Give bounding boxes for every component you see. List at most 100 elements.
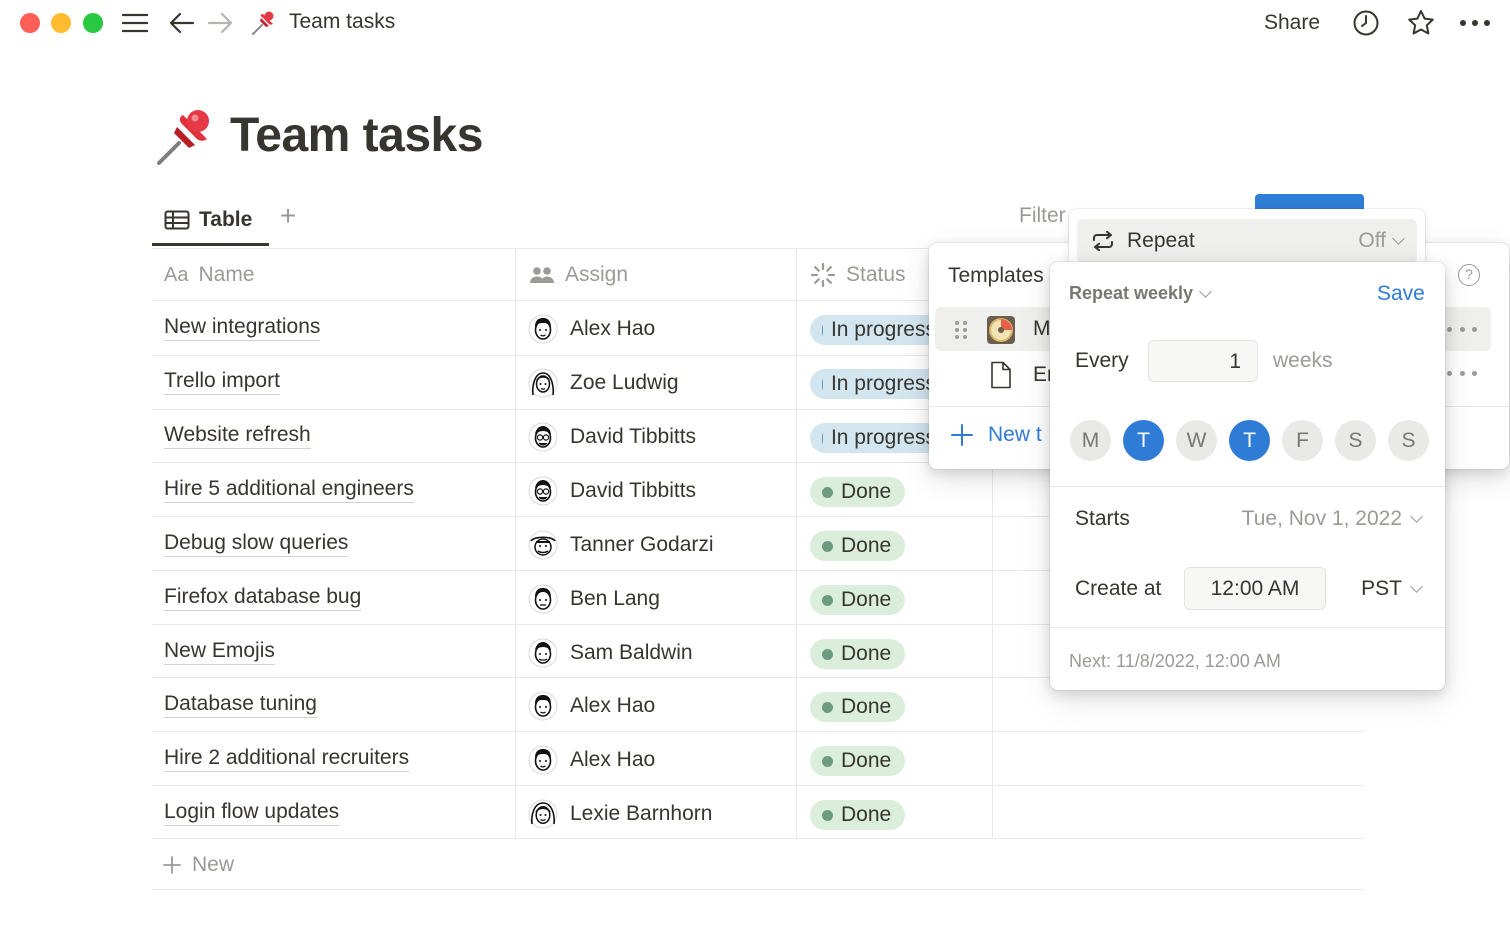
status-dot bbox=[822, 540, 833, 552]
save-button[interactable]: Save bbox=[1377, 282, 1425, 306]
weekday-selector: M T W T F S S bbox=[1070, 420, 1429, 461]
status-label: Done bbox=[841, 588, 892, 611]
filter-button[interactable]: Filter bbox=[1019, 204, 1066, 228]
templates-title: Templates bbox=[948, 264, 1044, 287]
status-dot bbox=[822, 432, 823, 444]
assignee[interactable]: Tanner Godarzi bbox=[528, 528, 714, 562]
page-pushpin-icon[interactable] bbox=[155, 105, 217, 167]
template-more-icon[interactable] bbox=[1447, 363, 1477, 383]
status-dot bbox=[822, 701, 833, 713]
assignee[interactable]: Alex Hao bbox=[528, 312, 655, 346]
assignee-name: David Tibbitts bbox=[570, 479, 697, 502]
text-property-icon: Aa bbox=[164, 263, 189, 286]
repeat-option[interactable]: Repeat Off bbox=[1077, 219, 1417, 263]
favorite-star-icon[interactable] bbox=[1406, 8, 1436, 38]
column-header-name[interactable]: Aa Name bbox=[164, 250, 255, 300]
task-name[interactable]: Debug slow queries bbox=[164, 531, 349, 557]
status-badge[interactable]: Done bbox=[810, 639, 906, 669]
help-icon[interactable]: ? bbox=[1458, 264, 1480, 286]
day-toggle-sunday[interactable]: S bbox=[1388, 420, 1429, 461]
next-occurrence-text: Next: 11/8/2022, 12:00 AM bbox=[1069, 651, 1281, 671]
status-badge[interactable]: Done bbox=[810, 585, 906, 615]
create-at-label: Create at bbox=[1075, 577, 1162, 600]
drag-handle-icon[interactable] bbox=[953, 319, 969, 341]
assignee-name: Alex Hao bbox=[570, 748, 656, 771]
interval-input[interactable]: 1 bbox=[1148, 340, 1258, 382]
status-badge[interactable]: Done bbox=[810, 477, 906, 507]
column-header-status[interactable]: Status bbox=[810, 250, 906, 300]
minimize-window-button[interactable] bbox=[51, 13, 71, 33]
tab-table-view[interactable]: Table bbox=[152, 196, 269, 246]
status-dot bbox=[822, 755, 833, 767]
back-arrow-icon[interactable] bbox=[167, 8, 197, 38]
day-toggle-friday[interactable]: F bbox=[1282, 420, 1323, 461]
status-badge[interactable]: Done bbox=[810, 692, 906, 722]
task-name[interactable]: Login flow updates bbox=[164, 800, 340, 826]
timezone-dropdown[interactable]: PST bbox=[1361, 577, 1423, 601]
assignee[interactable]: David Tibbitts bbox=[528, 474, 696, 508]
new-row-button[interactable]: New bbox=[162, 848, 234, 882]
panel-divider bbox=[1050, 486, 1445, 487]
table-row[interactable]: Login flow updates Lexie Barnhorn Done bbox=[152, 787, 1364, 841]
sidebar-menu-icon[interactable] bbox=[120, 8, 150, 38]
start-date-picker[interactable]: Tue, Nov 1, 2022 bbox=[1242, 507, 1423, 531]
history-clock-icon[interactable] bbox=[1351, 8, 1381, 38]
task-name[interactable]: Hire 5 additional engineers bbox=[164, 477, 414, 503]
status-label: In progress bbox=[830, 426, 936, 449]
avatar-icon bbox=[528, 314, 558, 344]
status-badge[interactable]: Done bbox=[810, 800, 906, 830]
status-label: Done bbox=[841, 480, 892, 503]
assignee[interactable]: Sam Baldwin bbox=[528, 636, 693, 670]
assignee-name: Alex Hao bbox=[570, 694, 656, 717]
avatar-icon bbox=[528, 638, 558, 668]
day-toggle-wednesday[interactable]: W bbox=[1176, 420, 1217, 461]
day-toggle-thursday[interactable]: T bbox=[1229, 420, 1270, 461]
starts-label: Starts bbox=[1075, 507, 1130, 530]
day-toggle-monday[interactable]: M bbox=[1070, 420, 1111, 461]
repeat-value[interactable]: Off bbox=[1358, 229, 1405, 253]
task-name[interactable]: Firefox database bug bbox=[164, 585, 362, 611]
page-title[interactable]: Team tasks bbox=[230, 108, 483, 163]
status-badge[interactable]: Done bbox=[810, 746, 906, 776]
assignee[interactable]: David Tibbitts bbox=[528, 420, 696, 454]
task-name[interactable]: Hire 2 additional recruiters bbox=[164, 746, 410, 772]
chevron-down-icon bbox=[1199, 284, 1212, 298]
assignee[interactable]: Alex Hao bbox=[528, 743, 655, 777]
status-badge[interactable]: Done bbox=[810, 531, 906, 561]
more-options-icon[interactable] bbox=[1459, 8, 1491, 38]
chevron-down-icon bbox=[1392, 232, 1405, 245]
new-template-button[interactable]: New t bbox=[950, 423, 1042, 447]
repeat-label: Repeat bbox=[1127, 229, 1195, 252]
zoom-window-button[interactable] bbox=[83, 13, 103, 33]
task-name[interactable]: Website refresh bbox=[164, 423, 311, 449]
assignee[interactable]: Ben Lang bbox=[528, 582, 660, 616]
task-name[interactable]: Database tuning bbox=[164, 692, 317, 718]
repeat-value-text: Off bbox=[1358, 229, 1386, 252]
forward-arrow-icon[interactable] bbox=[205, 8, 235, 38]
add-view-icon[interactable]: + bbox=[276, 200, 300, 234]
assignee[interactable]: Alex Hao bbox=[528, 689, 655, 723]
repeat-mode-label: Repeat weekly bbox=[1069, 283, 1194, 303]
task-name[interactable]: Trello import bbox=[164, 369, 280, 395]
status-label: Done bbox=[841, 749, 892, 772]
new-template-label: New t bbox=[988, 423, 1042, 446]
assignee[interactable]: Zoe Ludwig bbox=[528, 366, 679, 400]
close-window-button[interactable] bbox=[20, 13, 40, 33]
table-row[interactable]: Hire 2 additional recruiters Alex Hao Do… bbox=[152, 733, 1364, 787]
create-time-input[interactable]: 12:00 AM bbox=[1184, 567, 1326, 610]
status-label: Done bbox=[841, 803, 892, 826]
status-dot bbox=[822, 594, 833, 606]
day-toggle-saturday[interactable]: S bbox=[1335, 420, 1376, 461]
task-name[interactable]: New integrations bbox=[164, 315, 321, 341]
column-header-assign[interactable]: Assign bbox=[529, 250, 628, 300]
status-dot bbox=[822, 324, 823, 336]
repeat-mode-dropdown[interactable]: Repeat weekly bbox=[1069, 283, 1212, 304]
day-toggle-tuesday[interactable]: T bbox=[1123, 420, 1164, 461]
assignee[interactable]: Lexie Barnhorn bbox=[528, 797, 712, 831]
task-name[interactable]: New Emojis bbox=[164, 639, 275, 665]
every-label: Every bbox=[1075, 349, 1129, 372]
share-button[interactable]: Share bbox=[1264, 8, 1320, 38]
avatar-icon bbox=[528, 799, 558, 829]
template-emoji-icon bbox=[986, 315, 1016, 345]
template-more-icon[interactable] bbox=[1447, 319, 1477, 339]
